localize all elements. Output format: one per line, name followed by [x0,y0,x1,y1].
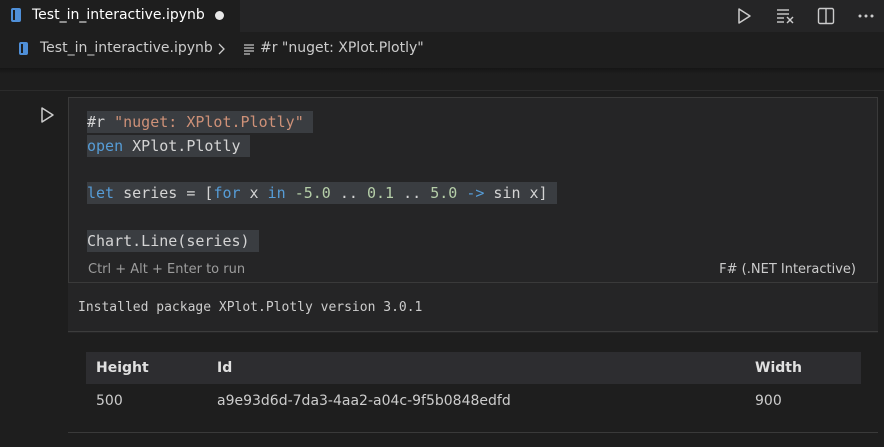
table-cell-height: 500 [96,393,123,409]
breadcrumb-symbol[interactable]: #r "nuget: XPlot.Plotly" [260,40,424,56]
split-editor-icon[interactable] [816,6,836,26]
table-header [86,352,861,384]
tab-title: Test_in_interactive.ipynb [32,7,205,23]
table-header-id: Id [217,360,233,376]
code-line-1[interactable]: #r "nuget: XPlot.Plotly" [87,111,313,133]
chevron-right-icon [218,43,225,55]
breadcrumb-file[interactable]: Test_in_interactive.ipynb [40,40,213,56]
clear-outputs-icon[interactable] [775,6,795,26]
table-cell-width: 900 [755,393,782,409]
tab-bar: Test_in_interactive.ipynb [0,0,884,32]
notebook-icon [11,8,21,22]
tab-test-in-interactive[interactable]: Test_in_interactive.ipynb [0,0,240,32]
notebook-icon [19,42,28,55]
cell-language[interactable]: F# (.NET Interactive) [719,262,856,277]
table-cell-id: a9e93d6d-7da3-4aa2-a04c-9f5b0848edfd [217,393,511,409]
code-line-4[interactable]: let series = [for x in -5.0 .. 0.1 .. 5.… [87,182,557,204]
run-all-icon[interactable] [734,6,754,26]
cell-bottom-border [68,432,878,433]
breadcrumb: Test_in_interactive.ipynb #r "nuget: XPl… [0,32,884,68]
code-line-6[interactable]: Chart.Line(series) [87,230,259,252]
divider [0,90,884,91]
table-header-height: Height [96,360,149,376]
run-cell-icon[interactable] [38,106,56,124]
text-symbol-icon [244,44,254,55]
table-header-width: Width [755,360,802,376]
installed-package-text: Installed package XPlot.Plotly version 3… [78,300,423,315]
code-line-2[interactable]: open XPlot.Plotly [87,135,250,157]
unsaved-dot-icon[interactable] [215,11,224,20]
more-actions-icon[interactable] [856,6,876,26]
scroll-shadow [0,68,884,74]
run-hint: Ctrl + Alt + Enter to run [88,262,246,277]
